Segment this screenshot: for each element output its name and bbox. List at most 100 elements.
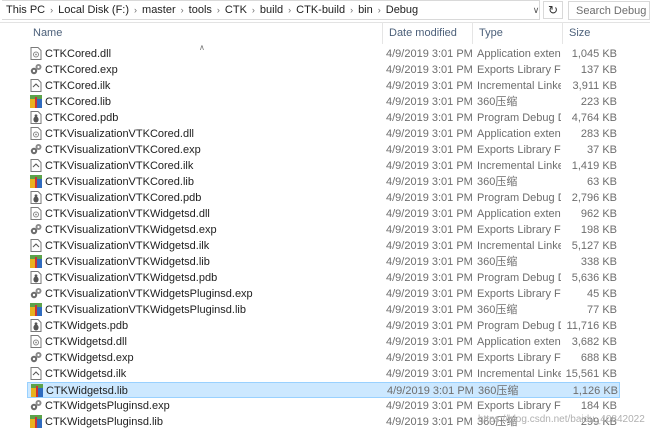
file-name: CTKCored.dll bbox=[45, 48, 112, 60]
file-size: 223 KB bbox=[580, 96, 617, 108]
file-name: CTKVisualizationVTKWidgetsd.ilk bbox=[45, 240, 210, 252]
file-size: 338 KB bbox=[580, 256, 617, 268]
file-name: CTKWidgetsPluginsd.exp bbox=[45, 400, 170, 412]
file-size: 5,127 KB bbox=[571, 240, 617, 252]
exp-file-icon bbox=[30, 399, 42, 412]
refresh-icon[interactable]: ↻ bbox=[543, 1, 563, 19]
file-size: 184 KB bbox=[580, 400, 617, 412]
table-row[interactable]: CTKWidgetsPluginsd.exp 4/9/2019 3:01 PM Ex… bbox=[27, 398, 620, 414]
breadcrumb-separator-icon[interactable]: › bbox=[288, 5, 291, 15]
date-modified: 4/9/2019 3:01 PM bbox=[386, 112, 473, 124]
file-size: 2,796 KB bbox=[571, 192, 617, 204]
table-row[interactable]: CTKVisualizationVTKCored.lib 4/9/2019 3:0… bbox=[27, 174, 620, 190]
lib-file-icon bbox=[30, 415, 42, 428]
table-row[interactable]: CTKVisualizationVTKCored.dll 4/9/2019 3:0… bbox=[27, 126, 620, 142]
lib-file-icon bbox=[30, 303, 42, 316]
breadcrumb-item[interactable]: tools bbox=[189, 4, 212, 16]
table-row[interactable]: CTKCored.exp 4/9/2019 3:01 PM Exports Libr… bbox=[27, 62, 620, 78]
dll-file-icon bbox=[30, 207, 42, 220]
search-input[interactable] bbox=[568, 1, 650, 20]
date-modified: 4/9/2019 3:01 PM bbox=[386, 208, 473, 220]
file-size: 11,716 KB bbox=[566, 320, 617, 332]
file-name: CTKVisualizationVTKWidgetsPluginsd.lib bbox=[45, 304, 246, 316]
table-row[interactable]: CTKVisualizationVTKWidgetsd.pdb 4/9/2019 … bbox=[27, 270, 620, 286]
breadcrumb-item[interactable]: Local Disk (F:) bbox=[58, 4, 129, 16]
file-name: CTKWidgetsd.lib bbox=[46, 385, 128, 397]
table-row[interactable]: CTKWidgetsd.lib 4/9/2019 3:01 PM 360压缩 1,12… bbox=[27, 382, 620, 398]
breadcrumb-item[interactable]: build bbox=[260, 4, 283, 16]
date-modified: 4/9/2019 3:01 PM bbox=[386, 288, 473, 300]
file-type: Program Debug D... bbox=[477, 192, 561, 204]
table-row[interactable]: CTKVisualizationVTKWidgetsd.exp 4/9/2019 … bbox=[27, 222, 620, 238]
file-name: CTKCored.lib bbox=[45, 96, 112, 108]
breadcrumb-separator-icon[interactable]: › bbox=[217, 5, 220, 15]
file-name: CTKWidgetsd.exp bbox=[45, 352, 134, 364]
file-type: Program Debug D... bbox=[477, 320, 561, 332]
table-row[interactable]: CTKCored.pdb 4/9/2019 3:01 PM Program Debu… bbox=[27, 110, 620, 126]
file-type: 360压缩 bbox=[477, 176, 518, 188]
address-bar: This PC › Local Disk (F:) › master › tools › CTK… bbox=[0, 0, 650, 23]
table-row[interactable]: CTKVisualizationVTKWidgetsd.dll 4/9/2019 … bbox=[27, 206, 620, 222]
table-row[interactable]: CTKWidgetsd.ilk 4/9/2019 3:01 PM Increment… bbox=[27, 366, 620, 382]
column-header-date[interactable]: Date modified bbox=[382, 22, 472, 44]
date-modified: 4/9/2019 3:01 PM bbox=[386, 336, 473, 348]
table-row[interactable]: CTKCored.dll 4/9/2019 3:01 PM Application … bbox=[27, 46, 620, 62]
file-type: Exports Library File bbox=[477, 144, 561, 156]
pdb-file-icon bbox=[30, 271, 42, 284]
date-modified: 4/9/2019 3:01 PM bbox=[386, 272, 473, 284]
date-modified: 4/9/2019 3:01 PM bbox=[386, 64, 473, 76]
column-header-type[interactable]: Type bbox=[472, 22, 562, 44]
breadcrumb-separator-icon[interactable]: › bbox=[134, 5, 137, 15]
ilk-file-icon bbox=[30, 367, 42, 380]
table-row[interactable]: CTKVisualizationVTKWidgetsPluginsd.exp 4/… bbox=[27, 286, 620, 302]
date-modified: 4/9/2019 3:01 PM bbox=[386, 368, 473, 380]
file-name: CTKVisualizationVTKCored.exp bbox=[45, 144, 201, 156]
table-row[interactable]: CTKVisualizationVTKCored.exp 4/9/2019 3:0… bbox=[27, 142, 620, 158]
breadcrumb-separator-icon[interactable]: › bbox=[50, 5, 53, 15]
file-type: Application extens... bbox=[477, 336, 561, 348]
breadcrumb-separator-icon[interactable]: › bbox=[252, 5, 255, 15]
breadcrumb-separator-icon[interactable]: › bbox=[181, 5, 184, 15]
breadcrumb-separator-icon[interactable]: › bbox=[378, 5, 381, 15]
date-modified: 4/9/2019 3:01 PM bbox=[386, 352, 473, 364]
dll-file-icon bbox=[30, 127, 42, 140]
file-type: Exports Library File bbox=[477, 352, 561, 364]
file-name: CTKWidgets.pdb bbox=[45, 320, 129, 332]
breadcrumb-item[interactable]: CTK bbox=[225, 4, 247, 16]
table-row[interactable]: CTKVisualizationVTKWidgetsPluginsd.lib 4/… bbox=[27, 302, 620, 318]
table-row[interactable]: CTKVisualizationVTKCored.pdb 4/9/2019 3:0… bbox=[27, 190, 620, 206]
date-modified: 4/9/2019 3:01 PM bbox=[386, 48, 473, 60]
table-row[interactable]: CTKWidgets.pdb 4/9/2019 3:01 PM Program De… bbox=[27, 318, 620, 334]
table-row[interactable]: CTKCored.lib 4/9/2019 3:01 PM 360压缩 223 KB bbox=[27, 94, 620, 110]
table-row[interactable]: CTKWidgetsd.exp 4/9/2019 3:01 PM Exports L… bbox=[27, 350, 620, 366]
file-name: CTKVisualizationVTKWidgetsPluginsd.exp bbox=[45, 288, 253, 300]
breadcrumb-item[interactable]: This PC bbox=[6, 4, 45, 16]
table-row[interactable]: CTKCored.ilk 4/9/2019 3:01 PM Incremental … bbox=[27, 78, 620, 94]
file-name: CTKVisualizationVTKCored.ilk bbox=[45, 160, 194, 172]
file-name: CTKVisualizationVTKWidgetsd.exp bbox=[45, 224, 217, 236]
table-row[interactable]: CTKVisualizationVTKWidgetsd.lib 4/9/2019 … bbox=[27, 254, 620, 270]
column-header-name[interactable]: Name bbox=[27, 22, 382, 44]
breadcrumb-separator-icon[interactable]: › bbox=[350, 5, 353, 15]
file-type: Incremental Linke... bbox=[477, 368, 561, 380]
file-type: 360压缩 bbox=[477, 304, 518, 316]
file-size: 1,419 KB bbox=[571, 160, 617, 172]
chevron-down-icon[interactable]: ∨ bbox=[530, 3, 542, 17]
breadcrumb-item[interactable]: CTK-build bbox=[296, 4, 345, 16]
breadcrumb-item[interactable]: Debug bbox=[386, 4, 418, 16]
file-name: CTKVisualizationVTKWidgetsd.pdb bbox=[45, 272, 218, 284]
breadcrumb-item[interactable]: master bbox=[142, 4, 176, 16]
breadcrumb-item[interactable]: bin bbox=[358, 4, 373, 16]
dll-file-icon bbox=[30, 47, 42, 60]
table-row[interactable]: CTKWidgetsd.dll 4/9/2019 3:01 PM Applicati… bbox=[27, 334, 620, 350]
breadcrumb[interactable]: This PC › Local Disk (F:) › master › tools › CTK… bbox=[2, 0, 540, 20]
file-name: CTKVisualizationVTKCored.lib bbox=[45, 176, 194, 188]
exp-file-icon bbox=[30, 351, 42, 364]
file-name: CTKVisualizationVTKWidgetsd.dll bbox=[45, 208, 210, 220]
date-modified: 4/9/2019 3:01 PM bbox=[386, 192, 473, 204]
table-row[interactable]: CTKVisualizationVTKCored.ilk 4/9/2019 3:0… bbox=[27, 158, 620, 174]
lib-file-icon bbox=[30, 255, 42, 268]
column-header-size[interactable]: Size bbox=[562, 22, 650, 44]
file-type: Application extens... bbox=[477, 48, 561, 60]
table-row[interactable]: CTKVisualizationVTKWidgetsd.ilk 4/9/2019 … bbox=[27, 238, 620, 254]
